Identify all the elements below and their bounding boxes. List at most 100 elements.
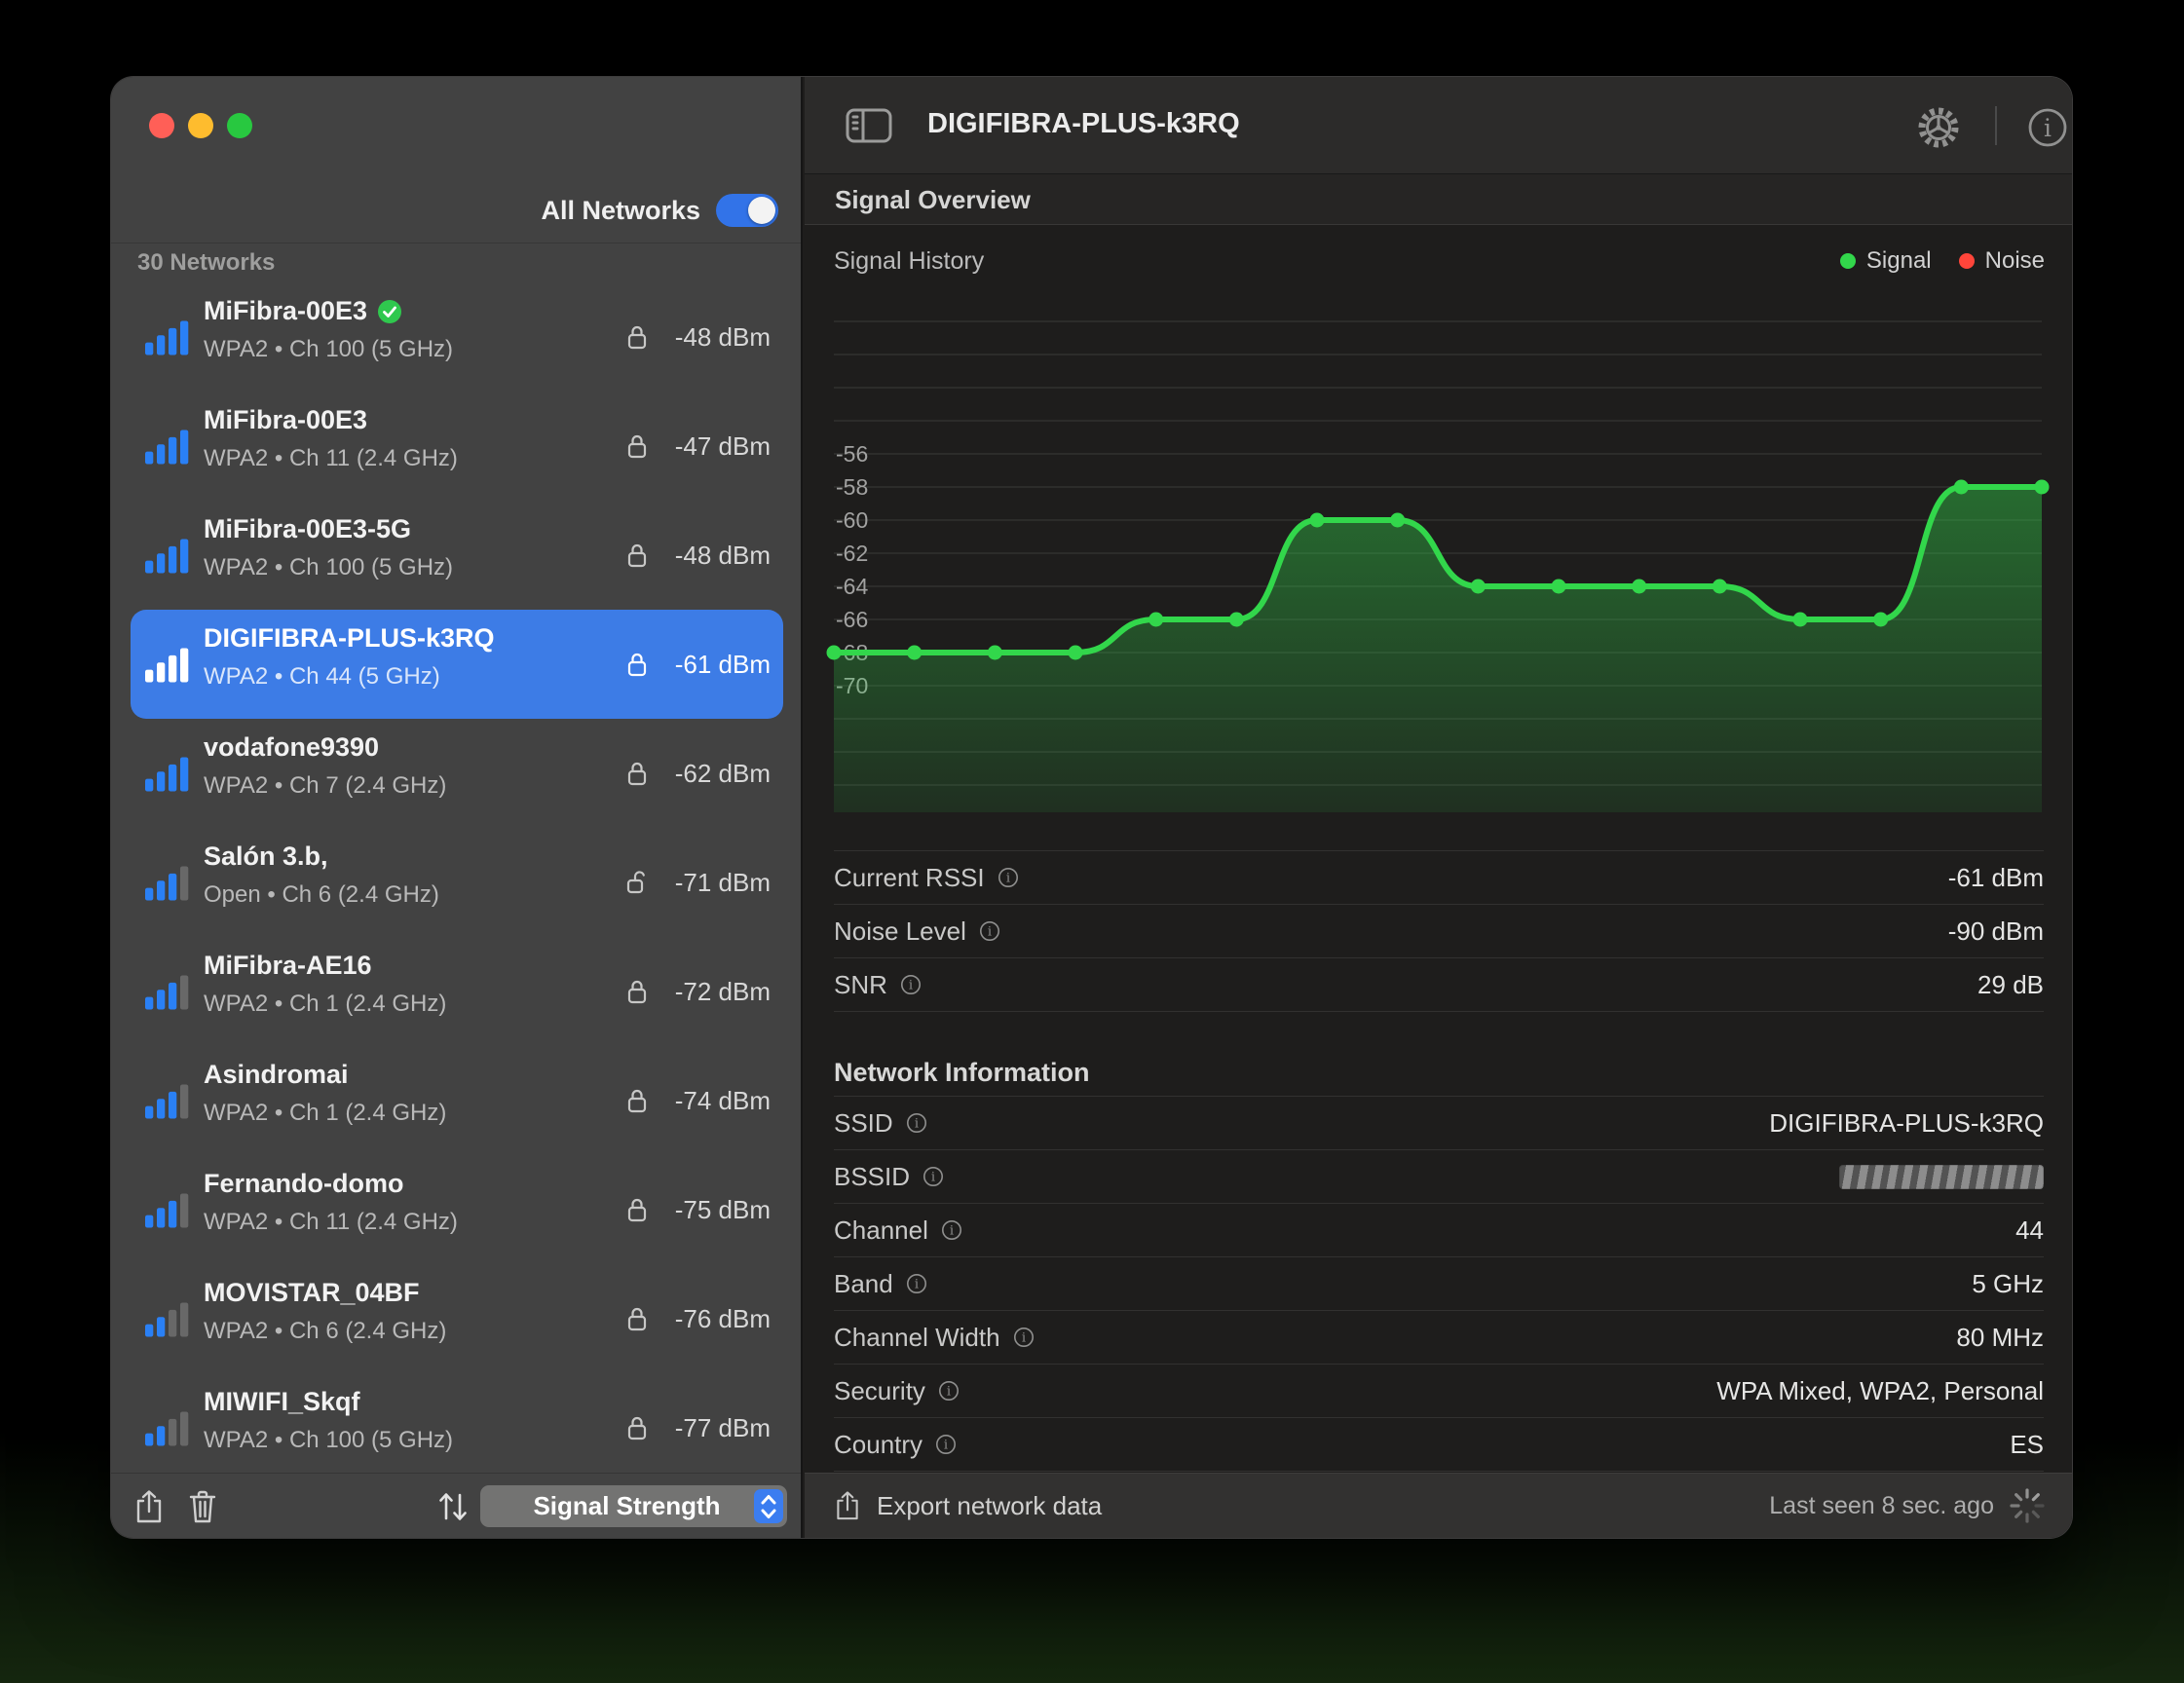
svg-text:-56: -56 xyxy=(836,441,868,467)
network-title: DIGIFIBRA-PLUS-k3RQ xyxy=(927,108,1240,140)
detail-footer: Export network data Last seen 8 sec. ago xyxy=(805,1473,2073,1538)
signal-stats: Current RSSIi-61 dBmNoise Leveli-90 dBmS… xyxy=(834,850,2044,1012)
info-icon[interactable]: i xyxy=(998,867,1019,888)
screen-background: All Networks 30 Networks MiFibra-00E3WPA… xyxy=(0,0,2184,1683)
svg-text:i: i xyxy=(915,1117,919,1132)
network-detail: Open • Ch 6 (2.4 GHz) xyxy=(204,881,439,909)
export-button[interactable]: Export network data xyxy=(834,1489,1102,1522)
unlock-icon xyxy=(625,868,649,897)
zoom-button[interactable] xyxy=(227,113,252,138)
share-icon[interactable] xyxy=(133,1488,165,1525)
sort-icon[interactable] xyxy=(433,1488,473,1525)
signal-strength-icon xyxy=(145,1408,192,1449)
network-rssi: -47 dBm xyxy=(675,431,771,462)
lock-icon xyxy=(625,1195,649,1224)
minimize-button[interactable] xyxy=(188,113,213,138)
signal-strength-icon xyxy=(145,536,192,577)
all-networks-row: All Networks xyxy=(541,194,778,227)
signal-strength-icon xyxy=(145,754,192,795)
dropdown-stepper-icon xyxy=(754,1489,783,1523)
network-row[interactable]: vodafone9390 WPA2 • Ch 7 (2.4 GHz) -62 dBm xyxy=(131,719,783,828)
info-icon[interactable]: i xyxy=(935,1434,957,1455)
gear-icon[interactable] xyxy=(1915,104,1962,151)
signal-overview-title: Signal Overview xyxy=(835,185,1031,215)
network-row[interactable]: AsindromaiWPA2 • Ch 1 (2.4 GHz)-74 dBm xyxy=(131,1046,783,1155)
data-row: Channeli44 xyxy=(834,1204,2044,1257)
network-row[interactable]: Salón 3.b,Open • Ch 6 (2.4 GHz)-71 dBm xyxy=(131,828,783,937)
network-row[interactable]: MIWIFI_SkqfWPA2 • Ch 100 (5 GHz)-77 dBm xyxy=(131,1373,783,1473)
network-row[interactable]: MiFibra-00E3-5GWPA2 • Ch 100 (5 GHz)-48 … xyxy=(131,501,783,610)
row-label: Security xyxy=(834,1376,925,1406)
info-icon[interactable]: i xyxy=(900,974,922,995)
info-icon[interactable]: i xyxy=(2024,104,2071,151)
svg-text:i: i xyxy=(2044,114,2052,142)
network-name: MIWIFI_Skqf xyxy=(204,1387,360,1417)
row-value: 44 xyxy=(2015,1216,2044,1246)
data-row: Country i ES xyxy=(834,1418,2044,1472)
lock-icon xyxy=(625,1086,649,1115)
network-detail: WPA2 • Ch 100 (5 GHz) xyxy=(204,1427,453,1454)
share-icon xyxy=(834,1489,861,1522)
row-value: ES xyxy=(2010,1430,2044,1460)
network-row[interactable]: Fernando-domoWPA2 • Ch 11 (2.4 GHz)-75 d… xyxy=(131,1155,783,1264)
data-row: Channel Widthi80 MHz xyxy=(834,1311,2044,1365)
sort-dropdown-value: Signal Strength xyxy=(480,1491,754,1521)
all-networks-toggle[interactable] xyxy=(716,194,778,227)
info-icon[interactable]: i xyxy=(941,1219,962,1241)
lock-icon xyxy=(625,977,649,1006)
network-rssi: -62 dBm xyxy=(675,759,771,789)
sidebar-toggle-icon[interactable] xyxy=(844,104,894,147)
lock-icon xyxy=(625,431,649,461)
row-label: Current RSSI xyxy=(834,863,985,893)
info-icon[interactable]: i xyxy=(906,1112,927,1134)
row-label: Country xyxy=(834,1430,923,1460)
svg-text:-60: -60 xyxy=(836,507,868,533)
network-rssi: -72 dBm xyxy=(675,977,771,1007)
network-name: Asindromai xyxy=(204,1060,349,1090)
row-label: Noise Level xyxy=(834,916,966,947)
signal-strength-icon xyxy=(145,863,192,904)
network-name: vodafone9390 xyxy=(204,732,379,763)
network-row[interactable]: DIGIFIBRA-PLUS-k3RQWPA2 • Ch 44 (5 GHz)-… xyxy=(131,610,783,719)
row-label: SSID xyxy=(834,1108,893,1139)
network-count-label: 30 Networks xyxy=(137,249,275,277)
svg-text:i: i xyxy=(1006,872,1010,886)
lock-icon xyxy=(625,541,649,570)
sort-dropdown[interactable]: Signal Strength xyxy=(480,1485,787,1527)
network-detail: WPA2 • Ch 7 (2.4 GHz) xyxy=(204,772,446,800)
trash-icon[interactable] xyxy=(187,1488,218,1525)
row-label: BSSID xyxy=(834,1162,910,1192)
row-value: -61 dBm xyxy=(1948,863,2044,893)
info-icon[interactable]: i xyxy=(923,1166,944,1187)
network-rssi: -74 dBm xyxy=(675,1086,771,1116)
info-icon[interactable]: i xyxy=(938,1380,960,1402)
lock-icon xyxy=(625,322,649,352)
data-row: SSIDiDIGIFIBRA-PLUS-k3RQ xyxy=(834,1097,2044,1150)
network-rssi: -76 dBm xyxy=(675,1304,771,1334)
lock-icon xyxy=(625,650,649,679)
network-row[interactable]: MiFibra-00E3WPA2 • Ch 100 (5 GHz)-48 dBm xyxy=(131,282,783,392)
header-divider xyxy=(1995,106,1997,145)
network-name: DIGIFIBRA-PLUS-k3RQ xyxy=(204,623,495,654)
lock-icon xyxy=(625,1413,649,1442)
info-icon[interactable]: i xyxy=(1013,1327,1035,1348)
network-detail: WPA2 • Ch 11 (2.4 GHz) xyxy=(204,1209,458,1236)
network-row[interactable]: MiFibra-AE16WPA2 • Ch 1 (2.4 GHz)-72 dBm xyxy=(131,937,783,1046)
info-icon[interactable]: i xyxy=(906,1273,927,1294)
svg-text:i: i xyxy=(988,925,992,940)
app-window: All Networks 30 Networks MiFibra-00E3WPA… xyxy=(110,76,2073,1539)
network-detail: WPA2 • Ch 44 (5 GHz) xyxy=(204,663,440,691)
network-rssi: -48 dBm xyxy=(675,322,771,353)
signal-strength-icon xyxy=(145,645,192,686)
network-rssi: -75 dBm xyxy=(675,1195,771,1225)
spinner-icon xyxy=(2010,1488,2045,1523)
last-seen-group: Last seen 8 sec. ago xyxy=(1769,1488,2045,1523)
lock-icon xyxy=(625,1304,649,1333)
network-row[interactable]: MOVISTAR_04BFWPA2 • Ch 6 (2.4 GHz)-76 dB… xyxy=(131,1264,783,1373)
close-button[interactable] xyxy=(149,113,174,138)
toggle-knob xyxy=(748,197,775,224)
network-row[interactable]: MiFibra-00E3WPA2 • Ch 11 (2.4 GHz)-47 dB… xyxy=(131,392,783,501)
info-icon[interactable]: i xyxy=(979,920,1000,942)
network-list[interactable]: MiFibra-00E3WPA2 • Ch 100 (5 GHz)-48 dBm… xyxy=(131,282,783,1473)
signal-overview-bar: Signal Overview xyxy=(805,174,2073,225)
